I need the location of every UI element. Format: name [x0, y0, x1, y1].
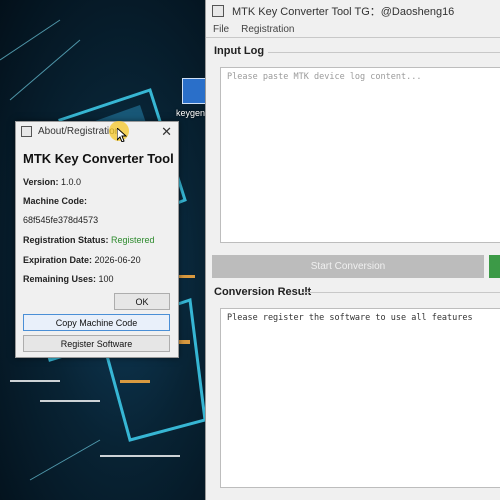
- dialog-title: About/Registration: [38, 126, 121, 137]
- about-registration-dialog: About/Registration ✕ MTK Key Converter T…: [15, 121, 179, 358]
- main-window: MTK Key Converter Tool TG：@Daosheng16 Fi…: [205, 0, 500, 500]
- input-log-divider: [268, 52, 500, 53]
- expiration-label: Expiration Date:: [23, 255, 93, 265]
- dialog-titlebar[interactable]: About/Registration ✕: [16, 121, 178, 142]
- conversion-result-textarea[interactable]: Please register the software to use all …: [220, 308, 500, 488]
- remaining-uses-row: Remaining Uses: 100: [23, 274, 114, 284]
- ok-button[interactable]: OK: [114, 293, 170, 310]
- desktop-file-icon[interactable]: [182, 78, 205, 104]
- menu-registration[interactable]: Registration: [241, 24, 294, 35]
- version-value: 1.0.0: [61, 177, 82, 187]
- machine-code-value: 68f545fe378d4573: [23, 215, 99, 225]
- mouse-pointer-icon: [117, 128, 127, 142]
- machine-code-label: Machine Code:: [23, 196, 88, 206]
- start-conversion-button[interactable]: Start Conversion: [212, 255, 484, 278]
- registration-status-label: Registration Status:: [23, 235, 109, 245]
- version-label: Version:: [23, 177, 59, 187]
- input-log-textarea[interactable]: Please paste MTK device log content...: [220, 67, 500, 243]
- main-window-title: MTK Key Converter Tool TG：@Daosheng16: [232, 6, 455, 18]
- menu-file[interactable]: File: [213, 24, 229, 35]
- menubar: File Registration: [206, 22, 500, 37]
- dialog-window-icon: [21, 126, 32, 137]
- result-divider: [302, 292, 500, 293]
- copy-machine-code-button[interactable]: Copy Machine Code: [23, 314, 170, 331]
- expiration-row: Expiration Date: 2026-06-20: [23, 255, 141, 265]
- menu-divider: [206, 37, 500, 38]
- main-titlebar[interactable]: MTK Key Converter Tool TG：@Daosheng16: [206, 0, 500, 22]
- conversion-result-label: Conversion Result: [214, 286, 312, 298]
- registration-status-value: Registered: [111, 235, 155, 245]
- version-row: Version: 1.0.0: [23, 177, 81, 187]
- input-log-label: Input Log: [214, 45, 265, 57]
- remaining-uses-label: Remaining Uses:: [23, 274, 97, 284]
- expiration-value: 2026-06-20: [94, 255, 141, 265]
- app-window-icon: [212, 5, 224, 17]
- close-icon[interactable]: ✕: [161, 124, 172, 140]
- dialog-heading: MTK Key Converter Tool: [23, 151, 174, 166]
- machine-code-label-row: Machine Code:: [23, 196, 87, 206]
- remaining-uses-value: 100: [98, 274, 114, 284]
- green-action-button[interactable]: [489, 255, 500, 278]
- registration-status-row: Registration Status: Registered: [23, 235, 155, 245]
- desktop-file-label[interactable]: keygen-: [176, 108, 205, 118]
- register-software-button[interactable]: Register Software: [23, 335, 170, 352]
